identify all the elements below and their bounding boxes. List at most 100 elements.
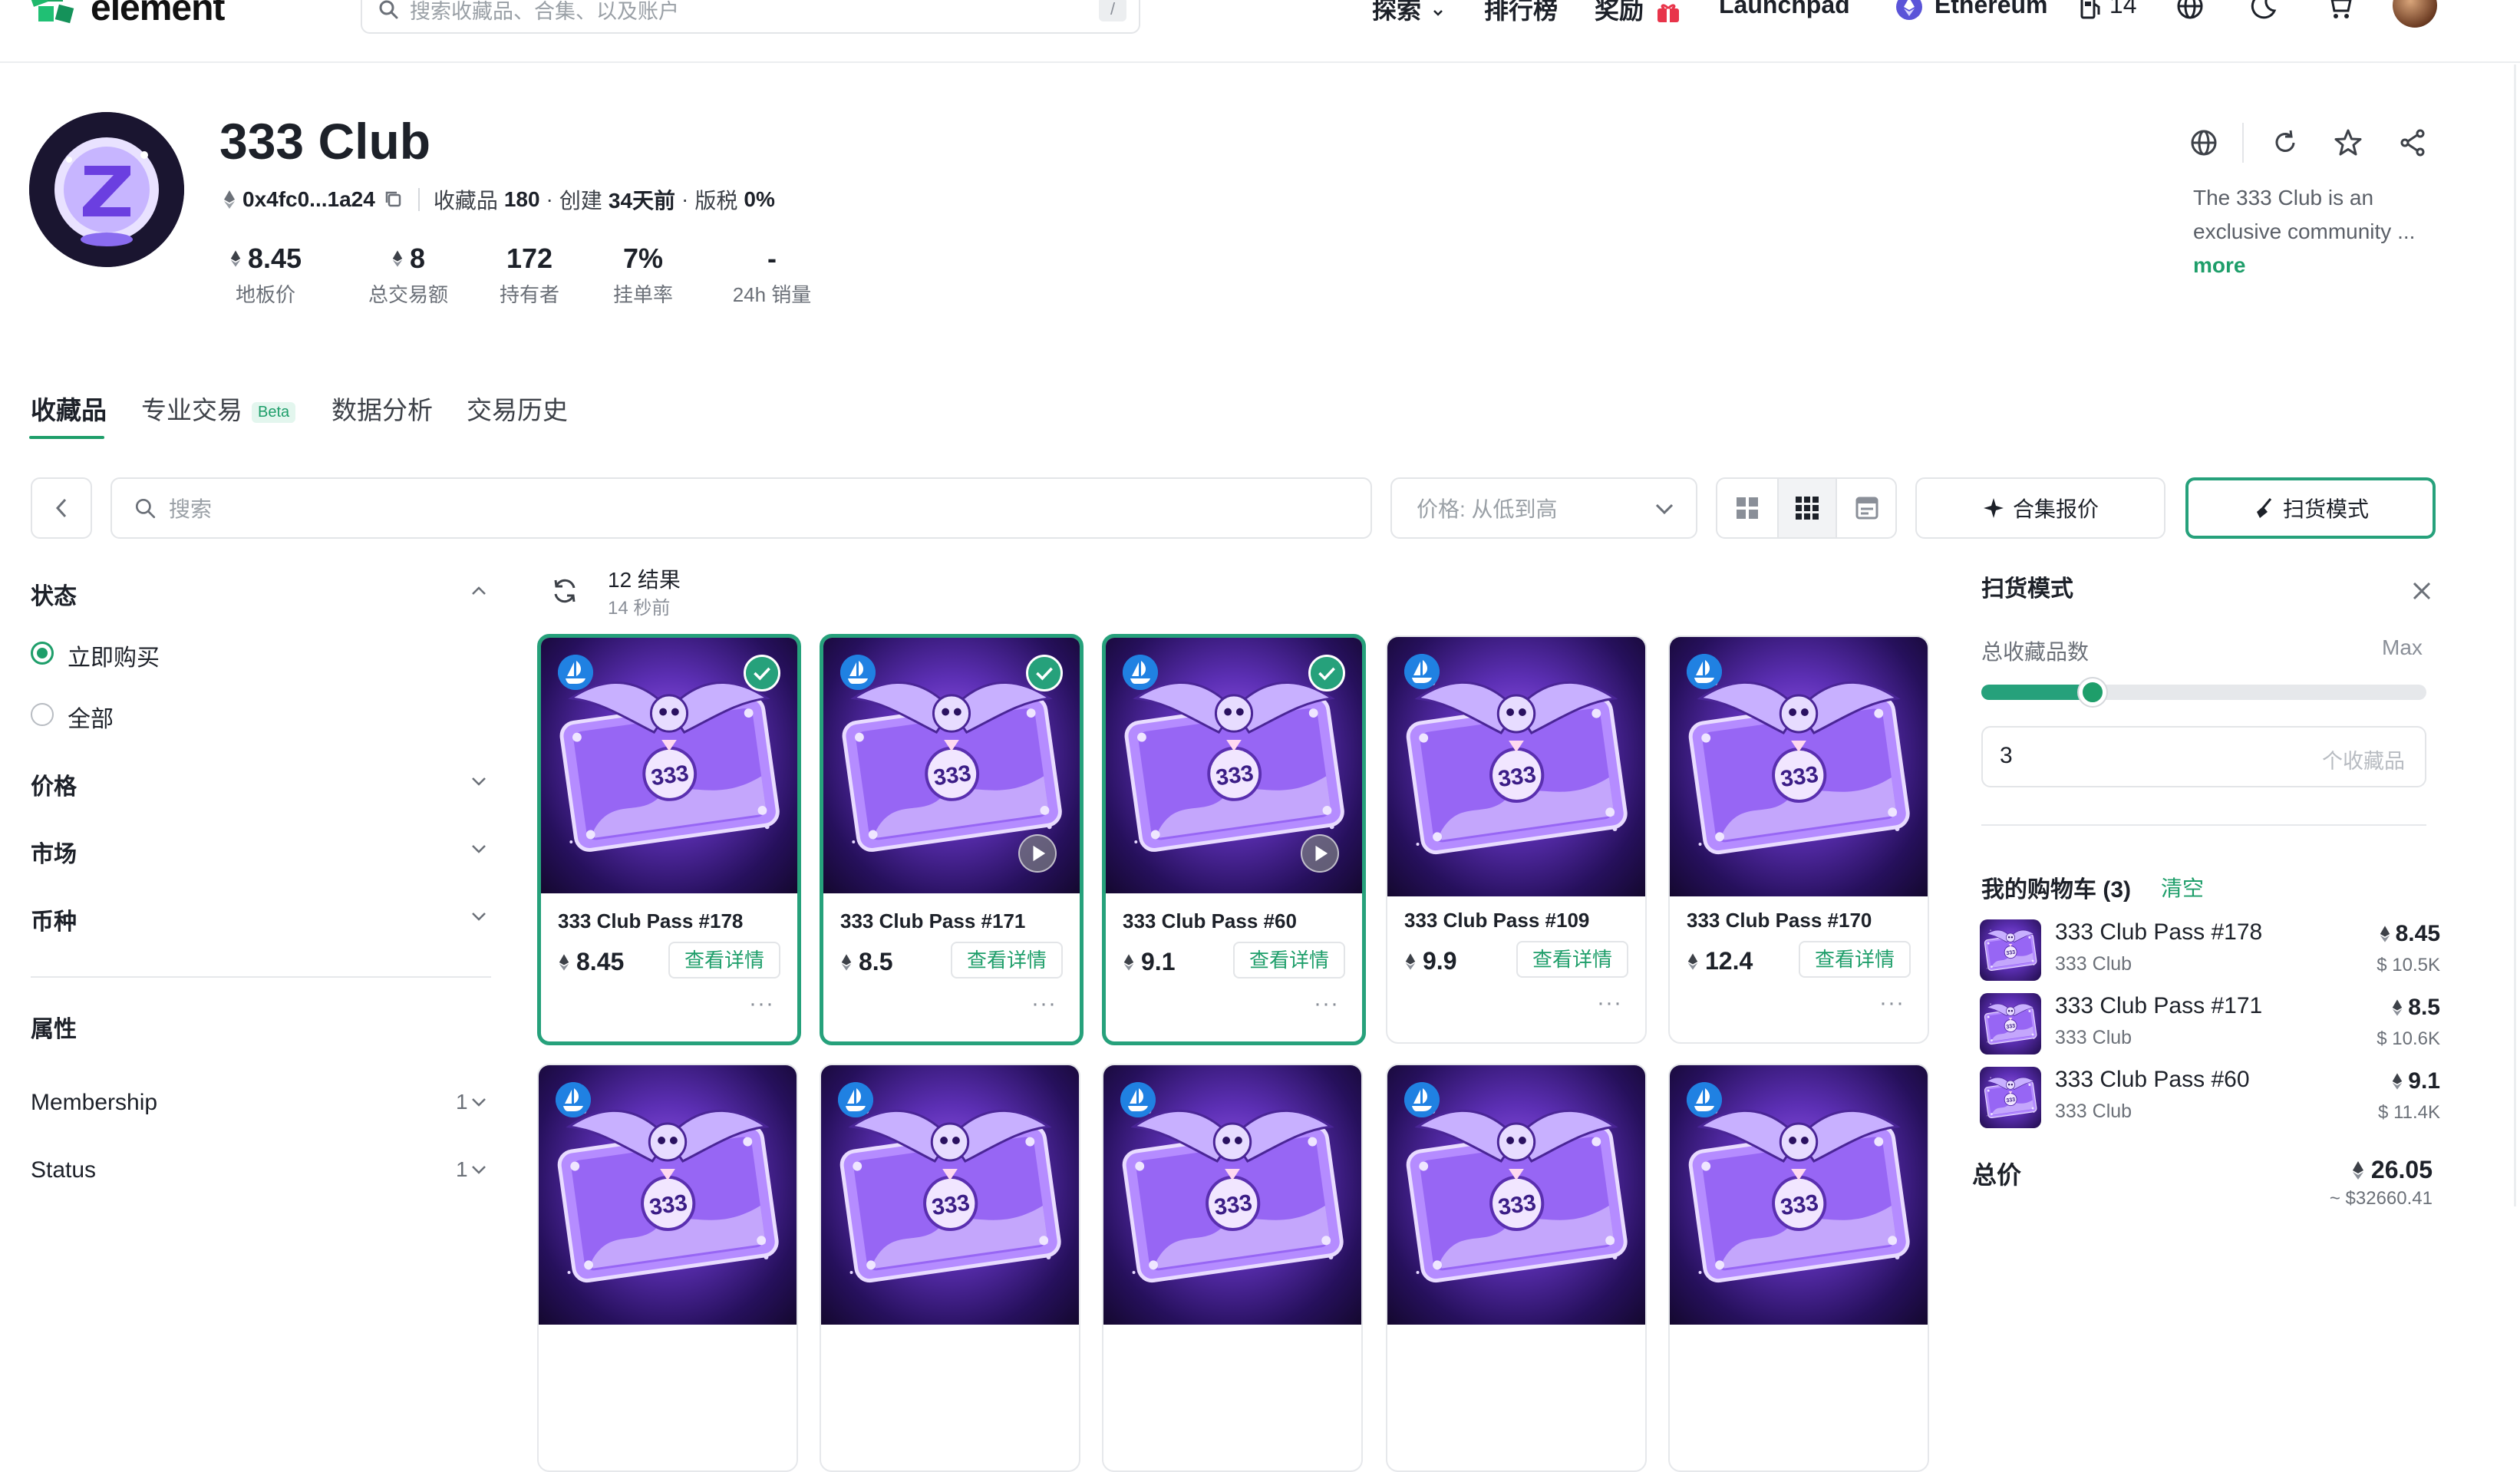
nft-image[interactable]: 333 [541,638,797,893]
chevron-up-icon[interactable] [470,582,488,600]
nav-explore[interactable]: 探索 [1372,0,1445,26]
radio-all-label[interactable]: 全部 [68,700,114,734]
view-details-button[interactable]: 查看详情 [668,942,780,979]
refresh-icon[interactable] [2270,127,2301,158]
nft-card[interactable]: 333 [1668,1064,1929,1472]
view-small-grid-button[interactable] [1777,479,1837,537]
copy-icon[interactable] [383,189,404,210]
globe-icon[interactable] [2175,0,2205,21]
tab-activity[interactable]: 交易历史 [467,390,568,427]
selected-check-icon[interactable] [1308,655,1345,691]
more-options-icon[interactable]: ··· [1879,990,1905,1016]
tab-items[interactable]: 收藏品 [31,390,107,427]
play-video-icon[interactable] [1018,834,1057,873]
cart-item[interactable]: 333 333 Club Pass #178 333 Club 8.45 $ 1… [1980,919,2440,984]
chevron-down-icon[interactable] [470,907,488,926]
chevron-down-icon[interactable] [470,840,488,858]
nft-card[interactable]: 333 333 Club Pass #178 8.45 查看详情 ··· [537,634,801,1045]
nft-image[interactable]: 333 [539,1065,797,1325]
scrollbar-track[interactable] [2514,64,2516,1206]
global-search-input[interactable]: 搜索收藏品、合集、以及账户 / [361,0,1140,34]
filter-status-heading[interactable]: 状态 [31,577,77,611]
chevron-down-icon[interactable] [470,1160,488,1179]
view-details-button[interactable]: 查看详情 [1516,941,1628,978]
chevron-down-icon[interactable] [470,772,488,790]
nft-image[interactable]: 333 [1670,637,1928,896]
star-icon[interactable] [2333,127,2363,158]
description-more-link[interactable]: more [2193,253,2245,278]
nft-card[interactable]: 333 [537,1064,798,1472]
cart-icon[interactable] [2324,0,2354,21]
items-search-input[interactable]: 搜索 [110,477,1372,539]
radio-buy-now[interactable] [31,642,54,665]
view-list-button[interactable] [1837,479,1897,537]
user-avatar[interactable] [2393,0,2437,28]
sort-select[interactable]: 价格: 从低到高 [1390,477,1697,539]
selected-check-icon[interactable] [744,655,780,691]
filter-price-heading[interactable]: 价格 [31,767,77,801]
radio-buy-now-label[interactable]: 立即购买 [68,639,160,672]
radio-all[interactable] [31,703,54,726]
grid-large-icon [1737,497,1758,519]
sweep-max-label[interactable]: Max [2382,635,2423,660]
nft-card[interactable]: 333 [1102,1064,1363,1472]
more-options-icon[interactable]: ··· [749,991,774,1017]
nft-name[interactable]: 333 Club Pass #60 [1123,909,1297,933]
more-options-icon[interactable]: ··· [1031,991,1057,1017]
selected-check-icon[interactable] [1026,655,1063,691]
cart-item[interactable]: 333 333 Club Pass #171 333 Club 8.5 $ 10… [1980,993,2440,1058]
view-details-button[interactable]: 查看详情 [951,942,1063,979]
nft-card[interactable]: 333 [820,1064,1080,1472]
nft-card[interactable]: 333 333 Club Pass #109 9.9 查看详情 ··· [1386,635,1647,1044]
nft-card[interactable]: 333 333 Club Pass #60 9.1 查看详情 ··· [1102,634,1366,1045]
play-video-icon[interactable] [1301,834,1339,873]
tab-pro-trading[interactable]: 专业交易 Beta [141,390,296,427]
close-icon[interactable] [2410,579,2434,603]
website-globe-icon[interactable] [2189,127,2219,158]
nft-card[interactable]: 333 333 Club Pass #171 8.5 查看详情 ··· [820,634,1084,1045]
sweep-quantity-input[interactable]: 3 个收藏品 [1981,726,2426,787]
nft-image[interactable]: 333 [821,1065,1079,1325]
network-selector[interactable]: Ethereum [1895,0,2047,21]
view-large-grid-button[interactable] [1717,479,1777,537]
cart-clear-button[interactable]: 清空 [2161,872,2204,903]
nav-launchpad[interactable]: Launchpad [1719,0,1850,19]
nft-image[interactable]: 333 [1387,1065,1645,1325]
gas-indicator[interactable]: 14 [2080,0,2136,19]
view-details-button[interactable]: 查看详情 [1233,942,1345,979]
share-icon[interactable] [2397,127,2428,158]
nft-card[interactable]: 333 [1386,1064,1647,1472]
sweep-slider[interactable] [1981,678,2426,706]
cart-item-name: 333 Club Pass #171 [2055,993,2263,1018]
filter-market-heading[interactable]: 市场 [31,835,77,869]
nav-ranking[interactable]: 排行榜 [1484,0,1558,26]
nft-image[interactable]: 333 [1103,1065,1361,1325]
contract-address[interactable]: 0x4fc0...1a24 [242,187,375,212]
nft-image[interactable]: 333 [1106,638,1362,893]
tab-analytics[interactable]: 数据分析 [331,390,433,427]
collapse-filters-button[interactable] [31,477,92,539]
nft-card[interactable]: 333 333 Club Pass #170 12.4 查看详情 ··· [1668,635,1929,1044]
nft-name[interactable]: 333 Club Pass #178 [558,909,743,933]
nft-name[interactable]: 333 Club Pass #170 [1687,909,1872,932]
view-details-button[interactable]: 查看详情 [1799,941,1911,978]
nft-image[interactable]: 333 [1387,637,1645,896]
nav-rewards[interactable]: 奖励 [1595,0,1681,26]
collection-offer-button[interactable]: 合集报价 [1915,477,2165,539]
chevron-down-icon[interactable] [470,1093,488,1111]
nft-name[interactable]: 333 Club Pass #171 [840,909,1025,933]
sweep-slider-handle[interactable] [2079,678,2106,706]
nft-image[interactable]: 333 [1670,1065,1928,1325]
nft-name[interactable]: 333 Club Pass #109 [1404,909,1589,932]
refresh-results-icon[interactable] [549,576,580,606]
dark-mode-icon[interactable] [2248,0,2279,21]
more-options-icon[interactable]: ··· [1597,990,1622,1016]
sweep-mode-button[interactable]: 扫货模式 [2185,477,2436,539]
filter-currency-heading[interactable]: 币种 [31,903,77,936]
attr-membership[interactable]: Membership [31,1090,157,1116]
logo[interactable]: element [29,0,225,32]
attr-status[interactable]: Status [31,1157,96,1183]
cart-item[interactable]: 333 333 Club Pass #60 333 Club 9.1 $ 11.… [1980,1067,2440,1131]
more-options-icon[interactable]: ··· [1314,991,1339,1017]
nft-image[interactable]: 333 [823,638,1080,893]
